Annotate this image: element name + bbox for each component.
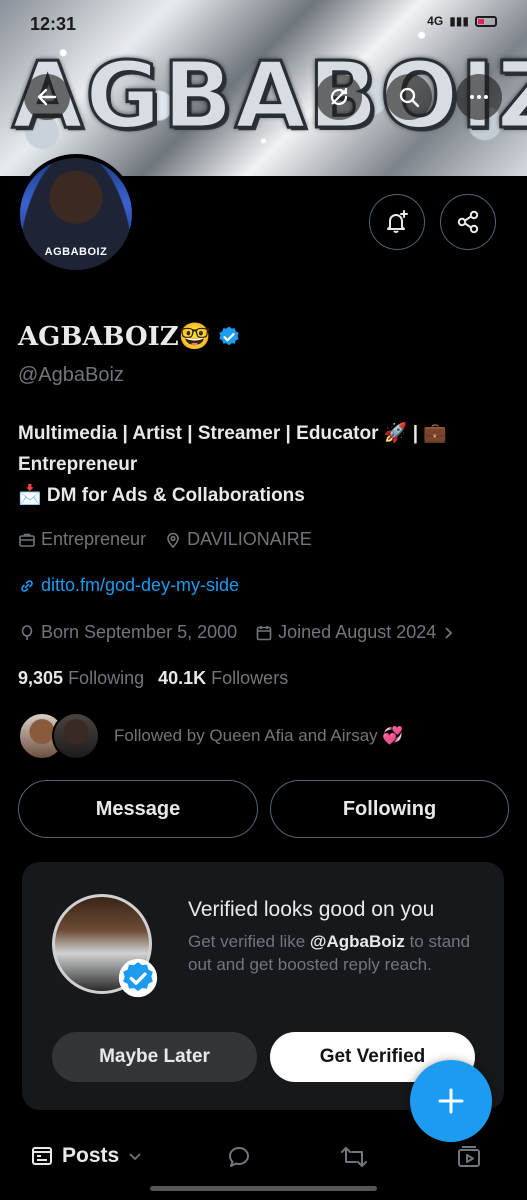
website-row[interactable]: ditto.fm/god-dey-my-side [18, 575, 239, 596]
joined-text: Joined August 2024 [278, 622, 437, 642]
search-button[interactable] [386, 74, 432, 120]
more-button[interactable] [456, 74, 502, 120]
replies-icon[interactable] [226, 1144, 252, 1170]
back-button[interactable] [24, 74, 70, 120]
avatar-shirt-text: AGBABOIZ [44, 246, 108, 258]
back-arrow-icon [37, 88, 57, 106]
share-button[interactable] [440, 194, 496, 250]
battery-icon [475, 15, 497, 27]
video-icon[interactable] [456, 1144, 482, 1170]
notifications-button[interactable] [369, 194, 425, 250]
profile-name: AGBABOIZ🤓 [18, 322, 241, 352]
promo-description: Get verified like @AgbaBoiz to stand out… [188, 930, 478, 976]
following-label: Following [68, 668, 145, 688]
tab-posts[interactable]: Posts [30, 1144, 143, 1168]
briefcase-icon [19, 533, 35, 547]
profile-tab-bar: Posts [0, 1132, 527, 1182]
website-text[interactable]: ditto.fm/god-dey-my-side [41, 575, 239, 596]
following-count: 9,305 [18, 668, 64, 688]
chevron-right-icon [445, 626, 453, 639]
followers-label: Followers [211, 668, 289, 688]
link-icon [21, 579, 33, 592]
posts-icon [32, 1147, 52, 1165]
verified-badge-icon [118, 958, 158, 998]
status-time: 12:31 [30, 14, 77, 34]
category-item: Entrepreneur [18, 529, 146, 550]
mutual-avatars [18, 712, 102, 760]
profile-handle: @AgbaBoiz [18, 364, 124, 386]
share-icon [457, 210, 479, 234]
location-item: DAVILIONAIRE [164, 529, 312, 550]
website-link[interactable]: ditto.fm/god-dey-my-side [18, 575, 239, 596]
signal-icon: ▮▮▮ [449, 14, 469, 28]
born-text: Born September 5, 2000 [41, 622, 238, 642]
bell-plus-icon [387, 210, 408, 233]
profile-meta-row-3: Born September 5, 2000 Joined August 202… [18, 622, 455, 643]
home-indicator [150, 1186, 377, 1191]
verified-badge-icon [219, 326, 239, 346]
location-pin-icon [167, 532, 179, 548]
promo-sub-prefix: Get verified like [188, 932, 310, 951]
tab-posts-label: Posts [62, 1144, 120, 1167]
refresh-icon [330, 87, 348, 106]
message-button[interactable]: Message [18, 780, 258, 838]
followed-by-text: Followed by Queen Afia and Airsay 💞 [114, 726, 404, 745]
refresh-button[interactable] [316, 74, 362, 120]
followers-count: 40.1K [158, 668, 207, 688]
profile-banner[interactable]: AGBABOIZ 12:31 4G ▮▮▮ [0, 0, 527, 176]
balloon-icon [21, 624, 33, 640]
reposts-icon[interactable] [340, 1144, 368, 1170]
profile-name-text: AGBABOIZ🤓 [18, 322, 212, 352]
location-text: DAVILIONAIRE [187, 529, 312, 549]
maybe-later-button[interactable]: Maybe Later [52, 1032, 257, 1082]
followers-link[interactable]: 40.1K Followers [158, 668, 288, 689]
follow-counts: 9,305 Following 40.1K Followers [18, 668, 288, 689]
compose-button[interactable] [410, 1060, 492, 1142]
chevron-down-icon [129, 1153, 141, 1161]
plus-icon [438, 1088, 464, 1114]
calendar-icon [256, 625, 272, 640]
birthday-item: Born September 5, 2000 [18, 622, 237, 643]
status-icons: 4G ▮▮▮ [427, 14, 497, 28]
bio-line-1: Multimedia | Artist | Streamer | Educato… [18, 423, 447, 444]
profile-meta-row-1: Entrepreneur DAVILIONAIRE [18, 529, 312, 550]
profile-bio: Multimedia | Artist | Streamer | Educato… [18, 418, 508, 511]
promo-sub-handle: @AgbaBoiz [309, 932, 405, 951]
mutual-avatar-2 [52, 712, 100, 760]
following-button[interactable]: Following [270, 780, 509, 838]
banner-text: AGBABOIZ [10, 41, 527, 151]
category-text: Entrepreneur [41, 529, 147, 549]
followed-by-row[interactable]: Followed by Queen Afia and Airsay 💞 [18, 712, 404, 760]
profile-avatar[interactable]: AGBABOIZ [16, 154, 136, 274]
bio-line-3: 📩 DM for Ads & Collaborations [18, 485, 305, 506]
promo-title: Verified looks good on you [188, 898, 435, 921]
bio-line-2: Entrepreneur [18, 454, 138, 475]
more-icon [470, 95, 488, 99]
following-link[interactable]: 9,305 Following [18, 668, 144, 689]
network-label: 4G [427, 14, 444, 28]
search-icon [399, 87, 420, 108]
joined-item[interactable]: Joined August 2024 [255, 622, 455, 643]
